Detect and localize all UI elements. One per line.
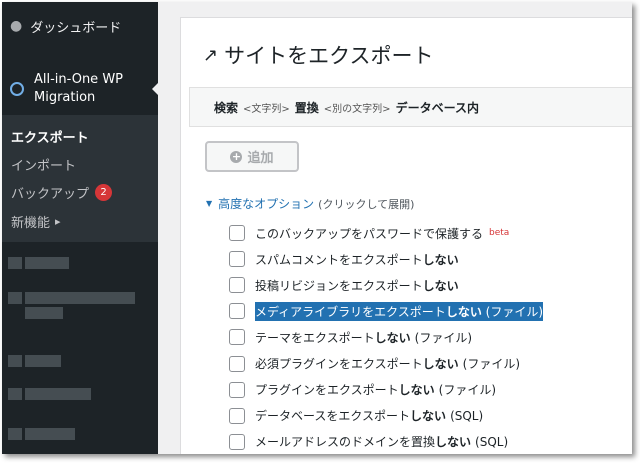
option-no-email-replace[interactable]: メールアドレスのドメインを置換 しない (SQL) <box>229 429 629 454</box>
page-title-text: サイトをエクスポート <box>224 44 434 68</box>
advanced-options-hint: (クリックして展開) <box>318 197 415 211</box>
migration-icon <box>10 82 24 96</box>
submenu-label: バックアップ <box>11 187 90 202</box>
blurred-menu-item[interactable] <box>8 304 66 319</box>
checkbox[interactable] <box>229 433 245 450</box>
checkbox[interactable] <box>229 407 245 424</box>
database-suffix: データベース内 <box>395 100 479 115</box>
checkbox[interactable] <box>229 251 245 268</box>
search-replace-bar[interactable]: 検索 <文字列> 置換 <別の文字列> データベース内 <box>189 87 632 127</box>
selected-text: メディアライブラリをエクスポートしない (ファイル) <box>255 301 544 321</box>
backup-count-badge: 2 <box>95 184 113 201</box>
sidebar-item-dashboard[interactable]: ● ダッシュボード <box>2 12 158 40</box>
blurred-menu-item[interactable] <box>8 425 78 440</box>
options-list: このバックアップをパスワードで保護する beta スパムコメントをエクスポートし… <box>229 220 629 454</box>
option-text: 必須プラグインをエクスポート <box>255 357 423 372</box>
triangle-down-icon: ▼ <box>206 199 213 208</box>
export-panel: ↗ サイトをエクスポート 検索 <文字列> 置換 <別の文字列> データベース内… <box>180 17 632 454</box>
submenu-export[interactable]: エクスポート <box>11 127 89 146</box>
option-scope: (ファイル) <box>438 383 497 398</box>
submenu-backup[interactable]: バックアップ 2 <box>11 183 113 202</box>
add-button-label: 追加 <box>247 151 274 166</box>
plus-circle-icon: + <box>230 149 243 163</box>
option-text: メディアライブラリをエクスポート <box>255 304 446 319</box>
submenu-label: 新機能 <box>11 216 51 231</box>
replace-label: 置換 <box>294 100 319 115</box>
blurred-menu-item[interactable] <box>8 352 64 367</box>
beta-badge: beta <box>489 228 510 239</box>
option-text: データベースをエクスポート <box>255 409 411 424</box>
advanced-options-toggle[interactable]: ▼ 高度なオプション (クリックして展開) <box>206 195 414 212</box>
option-no-themes[interactable]: テーマをエクスポート しない (ファイル) <box>229 324 629 350</box>
option-emphasis: しない <box>410 409 447 424</box>
sidebar-item-all-in-one[interactable]: All-in-One WP Migration <box>2 63 158 115</box>
page-title: ↗ サイトをエクスポート <box>203 40 433 70</box>
option-no-plugins[interactable]: プラグインをエクスポート しない (ファイル) <box>229 377 629 403</box>
option-no-media-library[interactable]: メディアライブラリをエクスポートしない (ファイル) <box>229 298 629 324</box>
option-no-database[interactable]: データベースをエクスポート しない (SQL) <box>229 403 629 429</box>
option-text: 投稿リビジョンをエクスポート <box>255 278 423 293</box>
option-no-spam-comments[interactable]: スパムコメントをエクスポート しない <box>229 246 629 272</box>
gauge-icon: ● <box>10 18 23 34</box>
option-no-mu-plugins[interactable]: 必須プラグインをエクスポート しない (ファイル) <box>229 350 629 376</box>
option-scope: (SQL) <box>450 408 484 423</box>
checkbox[interactable] <box>229 277 245 294</box>
option-scope: (ファイル) <box>485 304 544 319</box>
advanced-options-label: 高度なオプション <box>218 197 315 211</box>
search-label: 検索 <box>214 100 239 115</box>
option-no-revisions[interactable]: 投稿リビジョンをエクスポート しない <box>229 272 629 298</box>
option-emphasis: しない <box>422 357 459 372</box>
admin-sidebar: ● ダッシュボード All-in-One WP Migration エクスポート… <box>2 2 159 454</box>
blurred-menu-item[interactable] <box>8 289 138 304</box>
option-text: このバックアップをパスワードで保護する <box>255 226 484 241</box>
submenu-import[interactable]: インポート <box>11 155 76 174</box>
export-icon: ↗ <box>203 44 219 66</box>
plugin-submenu: エクスポート インポート バックアップ 2 新機能 ▸ <box>2 115 158 242</box>
add-button[interactable]: + 追加 <box>205 141 299 172</box>
checkbox[interactable] <box>229 381 245 398</box>
option-password-protect[interactable]: このバックアップをパスワードで保護する beta <box>229 220 629 246</box>
option-text: テーマをエクスポート <box>255 330 375 345</box>
submenu-label: インポート <box>11 159 77 174</box>
option-emphasis: しない <box>398 383 435 398</box>
checkbox[interactable] <box>229 329 245 346</box>
option-text: スパムコメントをエクスポート <box>255 252 423 267</box>
option-scope: (ファイル) <box>414 330 473 345</box>
checkbox[interactable] <box>229 303 245 320</box>
current-menu-arrow-icon <box>152 82 159 96</box>
option-scope: (ファイル) <box>462 357 521 372</box>
replace-placeholder[interactable]: <別の文字列> <box>324 100 391 115</box>
option-scope: (SQL) <box>475 434 509 449</box>
option-text: プラグインをエクスポート <box>255 383 399 398</box>
option-emphasis: しない <box>374 330 411 345</box>
option-emphasis: しない <box>445 304 482 319</box>
submenu-new-features[interactable]: 新機能 ▸ <box>11 212 61 231</box>
option-emphasis: しない <box>422 252 459 267</box>
sidebar-item-label: All-in-One WP Migration <box>34 72 124 105</box>
megaphone-icon: ▸ <box>55 215 61 228</box>
checkbox[interactable] <box>229 225 245 242</box>
submenu-label: エクスポート <box>11 131 89 146</box>
admin-window: ● ダッシュボード All-in-One WP Migration エクスポート… <box>2 2 632 454</box>
blurred-menu-item[interactable] <box>8 254 72 269</box>
search-placeholder[interactable]: <文字列> <box>243 100 290 115</box>
blurred-menu-item[interactable] <box>8 385 94 400</box>
sidebar-item-label: ダッシュボード <box>30 20 122 36</box>
option-emphasis: しない <box>435 435 472 450</box>
checkbox[interactable] <box>229 355 245 372</box>
option-text: メールアドレスのドメインを置換 <box>255 435 436 450</box>
option-emphasis: しない <box>422 278 459 293</box>
